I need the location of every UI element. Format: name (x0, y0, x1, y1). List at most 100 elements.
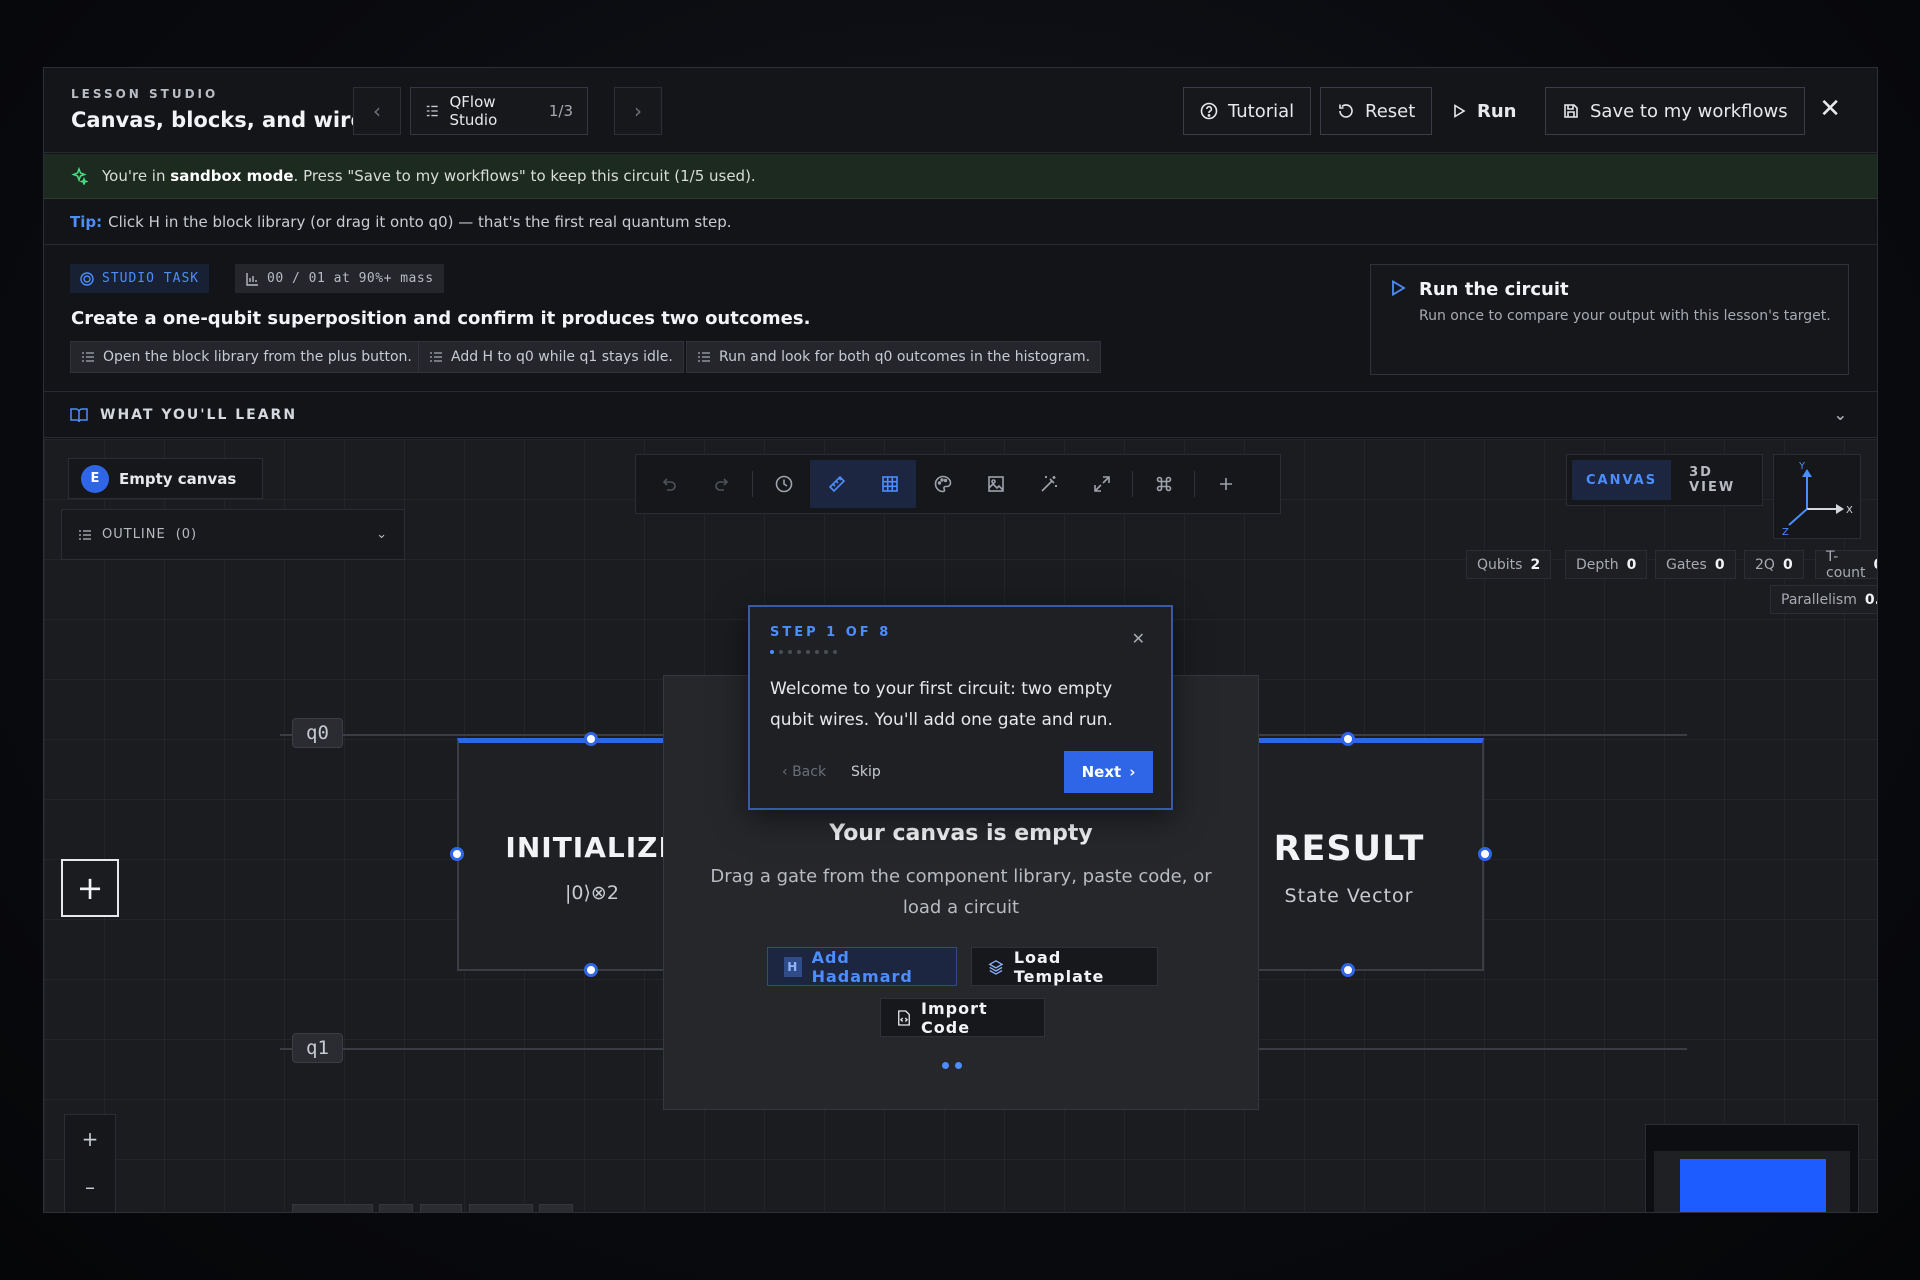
outline-dropdown[interactable]: OUTLINE (0) ⌄ (61, 509, 405, 560)
clock-icon (775, 475, 792, 493)
add-qubit-button[interactable]: + qubit (292, 1204, 373, 1212)
tour-progress-dots (770, 650, 837, 654)
toolbar-divider (1194, 471, 1195, 497)
port-handle[interactable] (1341, 732, 1355, 746)
toolbar-divider (1132, 471, 1133, 497)
load-template-button[interactable]: Load Template (971, 947, 1158, 986)
wire-label-q1: q1 (292, 1033, 343, 1063)
book-icon (70, 408, 88, 423)
tutorial-button[interactable]: Tutorial (1183, 87, 1312, 135)
stat-t-count: T-count0 (1815, 549, 1877, 581)
tour-dot (824, 650, 828, 654)
chevron-left-icon: ‹ (373, 99, 381, 123)
reset-button[interactable]: Reset (1320, 87, 1433, 135)
tour-body: Welcome to your first circuit: two empty… (770, 679, 1113, 730)
tour-back-button[interactable]: ‹ Back (782, 764, 826, 780)
prev-lesson-button[interactable]: ‹ (353, 87, 401, 135)
studio-selector[interactable]: QFlow Studio 1/3 (410, 87, 588, 135)
remove-qubit-button[interactable]: – (379, 1204, 413, 1212)
target-icon (80, 271, 94, 286)
toolbar-divider (752, 471, 753, 497)
lesson-title: Canvas, blocks, and wires (71, 108, 378, 132)
chevron-right-icon: › (634, 99, 642, 123)
next-lesson-button[interactable]: › (614, 87, 662, 135)
port-handle[interactable] (584, 732, 598, 746)
layers-icon (988, 959, 1004, 975)
command-palette-button[interactable] (1137, 460, 1190, 508)
palette-icon (934, 475, 951, 493)
add-bit-button[interactable]: + bit (469, 1204, 533, 1212)
empty-title: Your canvas is empty (829, 821, 1093, 846)
wire-label-q0: q0 (292, 718, 343, 748)
undo-button[interactable] (642, 460, 695, 508)
tour-skip-button[interactable]: Skip (851, 764, 881, 780)
checklist-icon (82, 352, 94, 362)
grid-toggle-button[interactable] (863, 460, 916, 508)
canvas-name-pill[interactable]: E Empty canvas (68, 458, 263, 499)
theme-button[interactable] (916, 460, 969, 508)
zoom-in-button[interactable]: + (65, 1115, 115, 1163)
loading-dots (942, 1062, 962, 1069)
run-circuit-card[interactable]: Run the circuit Run once to compare your… (1370, 264, 1849, 375)
checklist-icon (698, 352, 710, 362)
zoom-out-button[interactable]: – (65, 1163, 115, 1211)
sandbox-text: You're in sandbox mode. Press "Save to m… (102, 167, 756, 185)
export-image-button[interactable] (969, 460, 1022, 508)
run-card-subtitle: Run once to compare your output with thi… (1419, 308, 1831, 324)
axes-gizmo[interactable]: Y X Z (1773, 454, 1861, 539)
classical-bits-count: c×2 (420, 1204, 462, 1212)
tour-next-button[interactable]: Next › (1064, 751, 1153, 793)
3d-view-tab[interactable]: 3D VIEW (1675, 460, 1757, 500)
fullscreen-button[interactable] (1075, 460, 1128, 508)
tutorial-label: Tutorial (1228, 100, 1295, 122)
redo-button[interactable] (695, 460, 748, 508)
plus-icon (1219, 478, 1232, 490)
view-toggle: CANVAS 3D VIEW (1566, 454, 1763, 506)
import-code-button[interactable]: Import Code (880, 998, 1045, 1037)
canvas-view-tab[interactable]: CANVAS (1572, 460, 1672, 500)
studio-label: QFlow Studio (449, 93, 498, 129)
what-you-learn-toggle[interactable]: WHAT YOU'LL LEARN ⌄ (44, 393, 1877, 438)
add-block-button[interactable]: + (61, 859, 119, 917)
canvas-toolbar (635, 454, 1281, 514)
svg-text:X: X (1846, 505, 1853, 516)
minimap[interactable] (1645, 1124, 1859, 1212)
stat-gates: Gates 0 (1655, 550, 1736, 579)
remove-bit-button[interactable]: – (539, 1204, 573, 1212)
studio-count: 1/3 (548, 102, 573, 120)
reset-label: Reset (1365, 100, 1416, 122)
close-icon[interactable]: ✕ (1819, 94, 1841, 124)
fit-view-button[interactable] (65, 1210, 115, 1212)
redo-icon (714, 478, 728, 491)
stat-qubits: Qubits 2 (1466, 550, 1552, 579)
port-handle[interactable] (1341, 963, 1355, 977)
command-icon (1156, 476, 1171, 492)
save-workflow-button[interactable]: Save to my workflows (1545, 87, 1805, 135)
tip-banner: Tip: Click H in the block library (or dr… (44, 200, 1877, 245)
history-button[interactable] (757, 460, 810, 508)
bar-chart-icon (246, 272, 258, 286)
run-button[interactable]: Run (1434, 87, 1534, 135)
progress-badge: 00 / 01 at 90%+ mass (235, 264, 444, 293)
stat-depth: Depth 0 (1565, 550, 1648, 579)
tip-text: Click H in the block library (or drag it… (108, 213, 732, 231)
port-handle[interactable] (1478, 847, 1492, 861)
tour-dot (806, 650, 810, 654)
port-handle[interactable] (450, 847, 464, 861)
image-icon (987, 476, 1004, 492)
circuit-canvas[interactable]: E Empty canvas OUTLINE (0) ⌄ CANVAS 3D V… (44, 439, 1877, 1212)
add-block-toolbar-button[interactable] (1199, 460, 1252, 508)
help-circle-icon (1200, 102, 1218, 120)
port-handle[interactable] (584, 963, 598, 977)
ruler-tool-button[interactable] (810, 460, 863, 508)
plus-icon: + (76, 869, 104, 907)
reset-icon (1339, 104, 1353, 118)
empty-description: Drag a gate from the component library, … (710, 866, 1212, 918)
zoom-controls: + – (64, 1114, 116, 1212)
chevron-down-icon: ⌄ (1833, 405, 1847, 424)
svg-text:Z: Z (1782, 527, 1789, 538)
add-hadamard-button[interactable]: H Add Hadamard (767, 947, 957, 986)
close-icon[interactable]: ✕ (1132, 629, 1145, 648)
magic-button[interactable] (1022, 460, 1075, 508)
minimap-viewport[interactable] (1680, 1159, 1826, 1212)
